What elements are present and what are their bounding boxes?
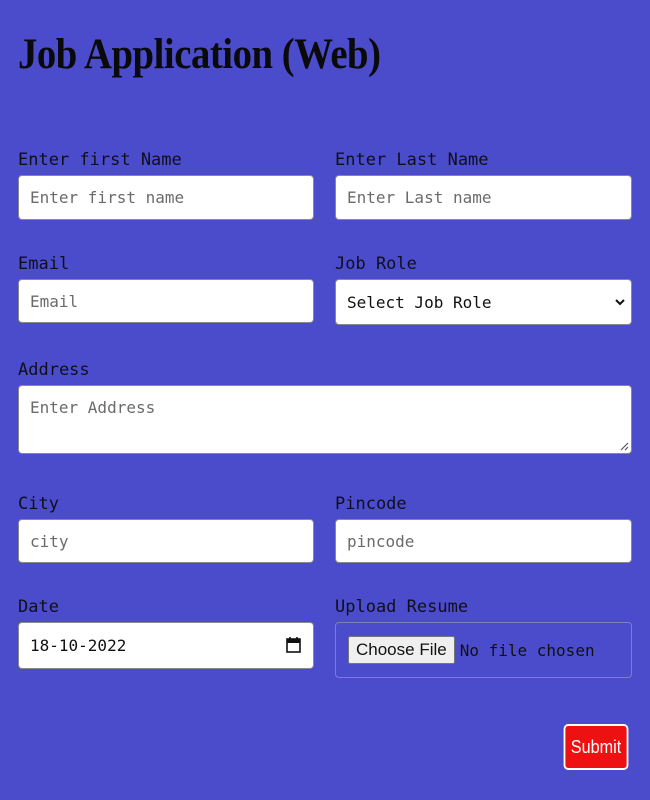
first-name-label: Enter first Name [18,150,182,170]
job-role-label: Job Role [335,254,417,274]
email-input[interactable]: Email [18,279,314,323]
address-label: Address [18,360,90,380]
email-placeholder: Email [30,291,79,311]
address-placeholder: Enter Address [30,398,156,417]
upload-resume-label: Upload Resume [335,597,469,617]
city-input[interactable]: city [18,519,314,563]
job-role-select[interactable]: Select Job Role [335,279,632,325]
first-name-input[interactable]: Enter first name [18,175,314,220]
date-label: Date [18,597,59,617]
last-name-placeholder: Enter Last name [347,188,492,207]
date-value: 18-10-2022 [30,636,127,655]
date-input[interactable]: 18-10-2022 [18,622,314,669]
first-name-placeholder: Enter first name [30,188,185,207]
email-label: Email [18,254,70,274]
pincode-label: Pincode [335,494,407,514]
choose-file-button[interactable]: Choose File [348,636,455,664]
city-label: City [18,494,59,514]
page-title: Job Application (Web) [18,31,381,78]
resize-grip-icon[interactable] [619,441,629,451]
job-role-selected: Select Job Role [347,292,492,312]
last-name-label: Enter Last Name [335,150,489,170]
city-placeholder: city [30,531,69,551]
address-textarea[interactable]: Enter Address [18,385,632,454]
pincode-input[interactable]: pincode [335,519,632,563]
chevron-down-icon [615,299,625,306]
resume-file-input[interactable]: Choose File No file chosen [335,622,632,678]
pincode-placeholder: pincode [347,531,415,551]
last-name-input[interactable]: Enter Last name [335,175,632,220]
submit-button[interactable]: Submit [563,724,629,770]
file-status: No file chosen [459,640,595,660]
calendar-icon[interactable] [286,636,301,653]
